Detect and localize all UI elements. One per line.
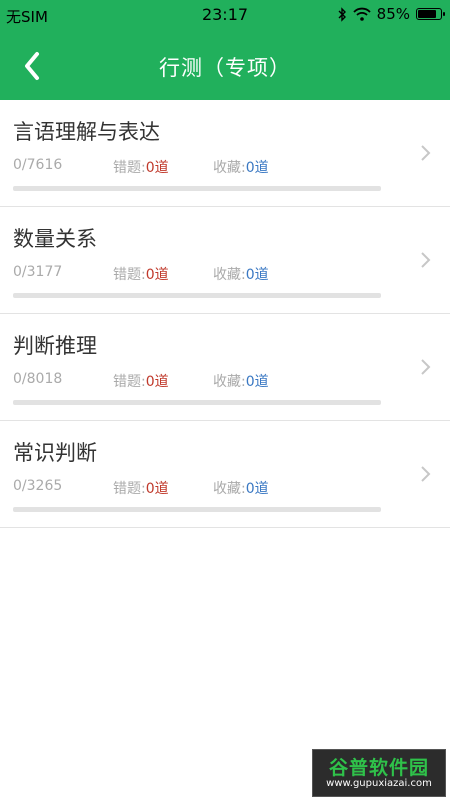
chevron-right-icon: [421, 359, 431, 375]
list-item[interactable]: 判断推理 0/8018 错题:0道 收藏:0道: [0, 314, 450, 421]
chevron-right-icon: [421, 145, 431, 161]
favorite-value: 0道: [245, 481, 269, 497]
wrong-value: 0道: [145, 481, 169, 497]
wrong-value: 0道: [145, 267, 169, 283]
favorite-label: 收藏:: [213, 267, 246, 283]
list-item[interactable]: 常识判断 0/3265 错题:0道 收藏:0道: [0, 421, 450, 528]
item-title: 判断推理: [13, 334, 97, 358]
favorite-label: 收藏:: [213, 160, 246, 176]
favorite-value: 0道: [245, 160, 269, 176]
progress-bar: [13, 293, 381, 298]
favorite-value: 0道: [245, 267, 269, 283]
wrong-label: 错题:: [113, 160, 146, 176]
progress-bar: [13, 507, 381, 512]
watermark-logo: 谷普软件园 www.gupuxiazai.com: [312, 749, 446, 797]
progress-bar: [13, 186, 381, 191]
item-progress: 0/8018: [13, 371, 63, 387]
wrong-count: 错题:0道: [113, 478, 169, 498]
status-bar: 无SIM 23:17 85%: [0, 0, 450, 30]
favorite-count: 收藏:0道: [213, 478, 269, 498]
wifi-icon: [353, 7, 371, 21]
battery-percent: 85%: [376, 5, 410, 23]
status-icons: 85%: [338, 5, 445, 23]
chevron-right-icon: [421, 466, 431, 482]
favorite-label: 收藏:: [213, 374, 246, 390]
battery-fill: [418, 10, 437, 18]
bluetooth-icon: [338, 6, 346, 22]
wrong-count: 错题:0道: [113, 264, 169, 284]
item-title: 常识判断: [13, 441, 97, 465]
wrong-count: 错题:0道: [113, 371, 169, 391]
item-progress: 0/7616: [13, 157, 63, 173]
item-progress: 0/3265: [13, 478, 63, 494]
progress-bar: [13, 400, 381, 405]
favorite-value: 0道: [245, 374, 269, 390]
item-title: 数量关系: [13, 227, 97, 251]
item-title: 言语理解与表达: [13, 120, 160, 144]
nav-bar: 行测（专项）: [0, 30, 450, 100]
item-progress: 0/3177: [13, 264, 63, 280]
chevron-right-icon: [421, 252, 431, 268]
watermark-title: 谷普软件园: [328, 757, 429, 779]
wrong-count: 错题:0道: [113, 157, 169, 177]
favorite-label: 收藏:: [213, 481, 246, 497]
wrong-label: 错题:: [113, 267, 146, 283]
page-title: 行测（专项）: [159, 56, 291, 80]
wrong-label: 错题:: [113, 374, 146, 390]
battery-icon: [416, 8, 445, 20]
category-list: 言语理解与表达 0/7616 错题:0道 收藏:0道 数量关系 0/3177 错…: [0, 100, 450, 528]
favorite-count: 收藏:0道: [213, 157, 269, 177]
wrong-value: 0道: [145, 374, 169, 390]
list-item[interactable]: 言语理解与表达 0/7616 错题:0道 收藏:0道: [0, 100, 450, 207]
favorite-count: 收藏:0道: [213, 371, 269, 391]
favorite-count: 收藏:0道: [213, 264, 269, 284]
watermark-url: www.gupuxiazai.com: [326, 778, 432, 789]
list-item[interactable]: 数量关系 0/3177 错题:0道 收藏:0道: [0, 207, 450, 314]
wrong-value: 0道: [145, 160, 169, 176]
wrong-label: 错题:: [113, 481, 146, 497]
